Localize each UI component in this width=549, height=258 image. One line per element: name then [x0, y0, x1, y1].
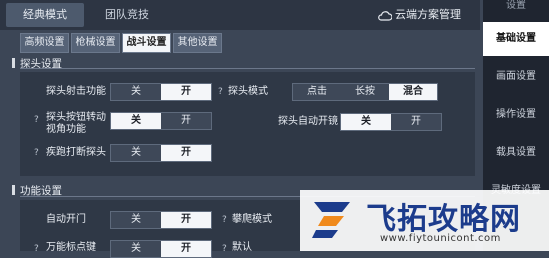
default-partial-label: 默认	[232, 242, 252, 253]
watermark-url: www.fiytounicont.com	[380, 233, 501, 244]
tab-high-frequency[interactable]: 高频设置	[20, 33, 69, 53]
peek-fire-toggle[interactable]: 关 开	[110, 83, 212, 101]
sidebar-item-vehicle[interactable]: 载具设置	[483, 136, 549, 170]
peek-autoscope-toggle[interactable]: 关 开	[340, 113, 442, 131]
sidebar-item-graphics[interactable]: 画面设置	[483, 60, 549, 94]
sidebar-item-settings[interactable]: 设置	[483, 0, 549, 14]
help-icon[interactable]: ?	[34, 244, 39, 254]
sprint-break-toggle[interactable]: 关 开	[110, 144, 212, 162]
peek-fire-off[interactable]: 关	[111, 84, 161, 100]
watermark: 飞拓攻略网 www.fiytounicont.com	[300, 190, 549, 251]
universal-mark-on[interactable]: 开	[161, 241, 211, 257]
peek-rotate-label: 探头按钮转动 视角功能	[46, 112, 106, 136]
help-icon[interactable]: ?	[222, 215, 227, 225]
sprint-break-off[interactable]: 关	[111, 145, 161, 161]
help-icon[interactable]: ?	[34, 148, 39, 158]
peek-mode-mixed[interactable]: 混合	[389, 84, 437, 100]
universal-mark-off[interactable]: 关	[111, 241, 161, 257]
universal-mark-label: 万能标点键	[46, 242, 96, 253]
peek-autoscope-label: 探头自动开镜	[278, 116, 338, 127]
sidebar-item-controls[interactable]: 操作设置	[483, 98, 549, 132]
auto-door-label: 自动开门	[46, 214, 86, 225]
universal-mark-toggle[interactable]: 关 开	[110, 240, 212, 258]
tab-team-deathmatch[interactable]: 团队竞技	[92, 3, 162, 27]
cloud-plan-button[interactable]: 云端方案管理	[378, 6, 461, 22]
help-icon[interactable]: ?	[34, 115, 39, 125]
tab-other[interactable]: 其他设置	[173, 33, 222, 53]
sidebar-item-basic[interactable]: 基础设置	[483, 22, 549, 56]
peek-rotate-off[interactable]: 关	[111, 113, 161, 129]
help-icon[interactable]: ?	[222, 244, 227, 254]
auto-door-off[interactable]: 关	[111, 212, 161, 228]
tab-weapon[interactable]: 枪械设置	[71, 33, 120, 53]
peek-mode-selector[interactable]: 点击 长按 混合	[292, 83, 438, 101]
climb-mode-label: 攀爬模式	[232, 214, 272, 225]
peek-fire-label: 探头射击功能	[46, 86, 106, 97]
peek-autoscope-on[interactable]: 开	[391, 114, 441, 130]
sprint-break-on[interactable]: 开	[161, 145, 211, 161]
cloud-plan-label: 云端方案管理	[395, 8, 461, 21]
cloud-icon	[378, 11, 393, 21]
watermark-text: 飞拓攻略网	[366, 202, 521, 237]
peek-mode-tap[interactable]: 点击	[293, 84, 341, 100]
peek-rotate-toggle[interactable]: 关 开	[110, 112, 212, 130]
mode-bar: 经典模式 团队竞技 云端方案管理	[0, 0, 480, 30]
auto-door-toggle[interactable]: 关 开	[110, 211, 212, 229]
peek-fire-on[interactable]: 开	[161, 84, 211, 100]
peek-rotate-label-line1: 探头按钮转动	[46, 112, 106, 123]
peek-mode-label: 探头模式	[228, 86, 268, 97]
auto-door-on[interactable]: 开	[161, 212, 211, 228]
watermark-logo-icon	[312, 202, 350, 238]
help-icon[interactable]: ?	[218, 87, 223, 97]
tab-combat[interactable]: 战斗设置	[122, 33, 171, 53]
peek-rotate-label-line2: 视角功能	[46, 124, 86, 135]
peek-autoscope-off[interactable]: 关	[341, 114, 391, 130]
tab-classic-mode[interactable]: 经典模式	[6, 3, 84, 27]
divider	[20, 68, 475, 69]
peek-rotate-on[interactable]: 开	[161, 113, 211, 129]
peek-mode-hold[interactable]: 长按	[341, 84, 389, 100]
sprint-break-label: 疾跑打断探头	[46, 147, 106, 158]
